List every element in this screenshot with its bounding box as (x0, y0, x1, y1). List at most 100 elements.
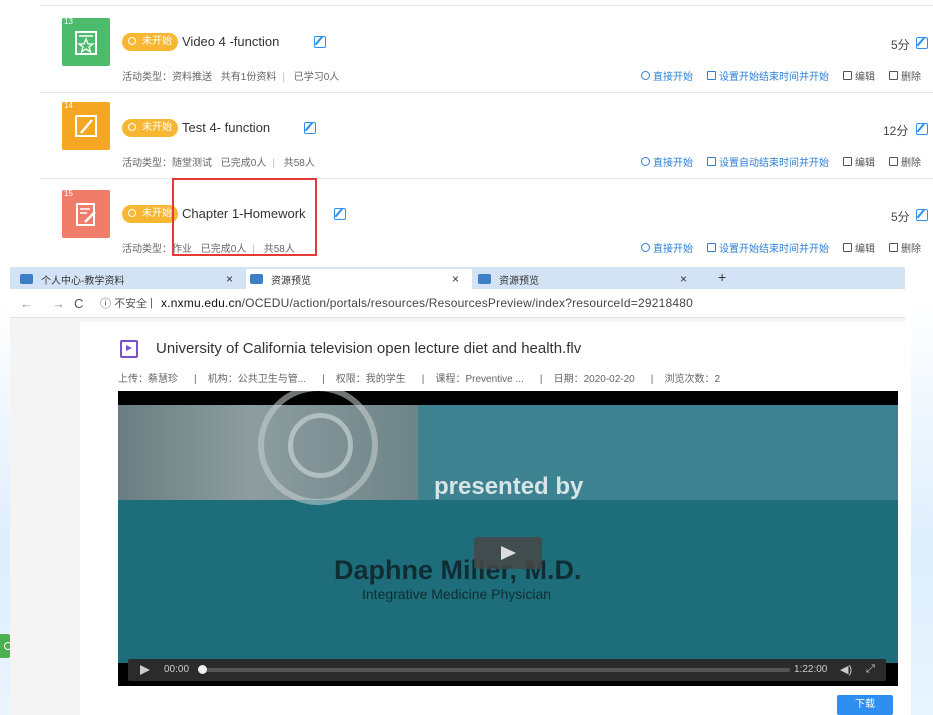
speaker-name: Daphne Miller, M.D. (334, 555, 582, 585)
activity-ops: 直接开始 设置开始结束时间并开始 编辑 删除 (641, 240, 921, 255)
tab-close-icon[interactable]: × (452, 272, 459, 286)
progress-knob[interactable] (198, 665, 207, 674)
schedule-start-button[interactable]: 设置开始结束时间并开始 (707, 68, 829, 83)
activity-score: 5分 (891, 38, 910, 52)
edit-title-icon[interactable] (304, 122, 316, 134)
security-status[interactable]: 不安全 (114, 295, 147, 311)
edit-button[interactable]: 编辑 (843, 154, 875, 169)
info-icon[interactable]: ⓘ (100, 295, 114, 311)
activity-type: 活动类型：资料推送 (122, 72, 212, 83)
status-badge: 未开始 (122, 33, 178, 51)
calendar-icon (707, 71, 716, 80)
meta-course: 课程：Preventive ... (435, 374, 524, 385)
activity-ops: 直接开始 设置开始结束时间并开始 编辑 删除 (641, 68, 921, 83)
activity-resource-count: 共有1份资料 (220, 72, 277, 83)
schedule-start-button[interactable]: 设置开始结束时间并开始 (707, 240, 829, 255)
homework-icon: 15 (62, 189, 110, 238)
delete-button[interactable]: 删除 (889, 68, 921, 83)
nautilus-shell-image (118, 391, 418, 505)
tab-personal-center[interactable]: 个人中心-教学资料 × (20, 269, 245, 289)
file-meta: 上传：蔡慧珍 | 机构：公共卫生与管... | 权限：我的学生 | 课程：Preven… (118, 374, 721, 385)
tab-resource-preview[interactable]: 资源预览 × (474, 269, 700, 289)
right-decor-stripe (911, 300, 933, 715)
big-play-button[interactable] (474, 537, 542, 569)
activity-number: 13 (64, 17, 73, 26)
schedule-start-button[interactable]: 设置自动结束时间并开始 (707, 154, 829, 169)
activity-meta: 活动类型：随堂测试 已完成0人 | 共58人 (122, 158, 315, 169)
address-bar: ← → C ⓘ 不安全 | x.nxmu.edu.cn/OCEDU/action… (10, 289, 905, 318)
current-time: 00:00 (164, 664, 190, 675)
activity-title[interactable]: Test 4- function (182, 120, 270, 135)
speaker-title: Integrative Medicine Physician (362, 586, 552, 602)
meta-views: 浏览次数：2 (664, 374, 721, 385)
calendar-icon (707, 157, 716, 166)
tab-close-icon[interactable]: × (680, 272, 687, 286)
play-icon[interactable] (140, 665, 150, 675)
edit-score-icon[interactable] (916, 37, 928, 49)
file-title: University of California television open… (156, 340, 582, 357)
play-circle-icon (641, 243, 650, 252)
tab-label: 资源预览 (499, 275, 539, 287)
activity-number: 15 (64, 189, 73, 198)
tab-label: 资源预览 (271, 275, 311, 287)
delete-button[interactable]: 删除 (889, 240, 921, 255)
activity-number: 14 (64, 101, 73, 110)
back-arrow-icon[interactable]: ← (20, 296, 42, 311)
tab-favicon-icon (478, 274, 491, 284)
start-now-button[interactable]: 直接开始 (641, 154, 693, 169)
activity-row[interactable]: 13 未开始 Video 4 -function 活动类型：资料推送 共有1份资… (40, 6, 933, 93)
trash-icon (889, 157, 898, 166)
meta-uploader: 上传：蔡慧珍 (118, 374, 178, 385)
edit-score-icon[interactable] (916, 209, 928, 221)
total-time: 1:22:00 (794, 664, 828, 675)
activity-total-count: 共58人 (283, 158, 315, 169)
pencil-icon: 14 (62, 101, 110, 150)
meta-org: 机构：公共卫生与管... (207, 374, 307, 385)
edit-button[interactable]: 编辑 (843, 240, 875, 255)
activity-ops: 直接开始 设置自动结束时间并开始 编辑 删除 (641, 154, 921, 169)
video-frame: presented by Daphne Miller, M.D. Integra… (118, 391, 898, 663)
status-badge: 未开始 (122, 205, 178, 223)
edit-score-icon[interactable] (916, 123, 928, 135)
progress-track[interactable] (202, 668, 790, 672)
edit-title-icon[interactable] (314, 36, 326, 48)
start-now-button[interactable]: 直接开始 (641, 68, 693, 83)
status-badge: 未开始 (122, 119, 178, 137)
reload-icon[interactable]: C (74, 296, 100, 311)
activity-title[interactable]: Video 4 -function (182, 34, 279, 49)
edit-button[interactable]: 编辑 (843, 68, 875, 83)
edit-icon (843, 71, 852, 80)
activity-score: 12分 (883, 124, 909, 138)
play-circle-icon (641, 157, 650, 166)
tab-label: 个人中心-教学资料 (41, 275, 125, 287)
calendar-icon (707, 243, 716, 252)
highlight-annotation-box (172, 178, 317, 256)
activity-type: 活动类型：随堂测试 (122, 158, 212, 169)
browser-tabstrip: 个人中心-教学资料 × 资源预览 × 资源预览 × + (10, 267, 905, 289)
activity-completed-count: 已完成0人 (220, 158, 267, 169)
edit-icon (843, 157, 852, 166)
edit-title-icon[interactable] (334, 208, 346, 220)
activity-learned-count: 已学习0人 (293, 72, 340, 83)
url-field[interactable]: x.nxmu.edu.cn/OCEDU/action/portals/resou… (161, 296, 693, 310)
delete-button[interactable]: 删除 (889, 154, 921, 169)
activity-row[interactable]: 14 未开始 Test 4- function 活动类型：随堂测试 已完成0人 |… (40, 92, 933, 179)
video-controls: 00:00 1:22:00 ◀) ⤢ (128, 659, 886, 681)
activity-meta: 活动类型：资料推送 共有1份资料 | 已学习0人 (122, 72, 340, 83)
video-file-icon (120, 340, 138, 358)
new-tab-button[interactable]: + (718, 269, 726, 285)
volume-icon[interactable]: ◀) (840, 663, 852, 676)
tab-favicon-icon (20, 274, 33, 284)
download-button[interactable]: 下载 (837, 695, 893, 715)
forward-arrow-icon[interactable]: → (52, 296, 74, 311)
tab-favicon-icon (250, 274, 263, 284)
tab-close-icon[interactable]: × (226, 272, 233, 286)
fullscreen-icon[interactable]: ⤢ (866, 663, 875, 676)
play-circle-icon (641, 71, 650, 80)
tab-resource-preview-active[interactable]: 资源预览 × (246, 269, 472, 289)
start-now-button[interactable]: 直接开始 (641, 240, 693, 255)
video-player[interactable]: presented by Daphne Miller, M.D. Integra… (118, 391, 898, 686)
trash-icon (889, 71, 898, 80)
activity-score: 5分 (891, 210, 910, 224)
star-doc-icon: 13 (62, 17, 110, 66)
